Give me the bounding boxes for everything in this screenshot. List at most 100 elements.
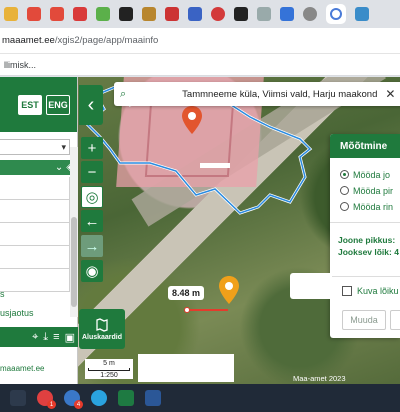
zoom-out-button[interactable]: −	[81, 161, 103, 183]
taskbar-icon[interactable]: 1	[37, 390, 56, 409]
list-item[interactable]	[0, 246, 70, 269]
checkbox-label: Kuva lõiku	[357, 285, 399, 296]
tab-favicon[interactable]	[257, 7, 271, 21]
lang-est-button[interactable]: EST	[18, 94, 42, 115]
url-text[interactable]: maaamet.ee/xgis2/page/app/maainfo	[0, 35, 158, 46]
measure-start-point[interactable]	[184, 307, 190, 313]
tab-favicon[interactable]	[355, 7, 369, 21]
map-icon	[96, 317, 108, 332]
tab-favicon[interactable]	[165, 7, 179, 21]
tab-favicon[interactable]	[280, 7, 294, 21]
url-host: maaamet.ee	[2, 35, 55, 46]
left-panel: EST ENG ▾ ⌄ ◈ s usjaotus ⌖ ⤓ ≡ ▣ maaamet…	[0, 77, 78, 384]
tab-favicon[interactable]	[27, 7, 41, 21]
popup-fragment	[290, 273, 332, 299]
segment-length-label: Jooksev lõik: 4	[338, 247, 399, 257]
checkbox[interactable]	[342, 285, 352, 296]
map-app: 8.48 m EST ENG ▾ ⌄ ◈ s usjaotus ⌖ ⤓ ≡ ▣ …	[0, 77, 400, 384]
map-attribution: Kaardipilt © Ma	[142, 373, 190, 380]
layer-label[interactable]: usjaotus	[0, 308, 34, 318]
location-pin-icon[interactable]	[181, 105, 203, 135]
add-folder-icon[interactable]: ▣	[65, 331, 75, 344]
zoom-in-button[interactable]: +	[81, 137, 103, 159]
back-arrow-icon[interactable]: ←	[81, 210, 103, 232]
measure-line	[186, 309, 228, 311]
chevron-down-icon[interactable]: ⌄	[55, 162, 63, 173]
tab-favicon[interactable]	[188, 7, 202, 21]
url-path: /xgis2/page/app/maainfo	[54, 35, 159, 46]
list-item[interactable]	[0, 200, 70, 223]
bookmark-item[interactable]: llimisk...	[0, 60, 36, 70]
measure-panel-title: Mõõtmine	[330, 134, 400, 158]
tab-favicon[interactable]	[73, 7, 87, 21]
radio-label: Mööda rin	[353, 201, 394, 212]
list-item[interactable]	[0, 269, 70, 292]
os-taskbar: 1 4	[0, 384, 400, 412]
layer-select[interactable]: ▾	[0, 139, 70, 155]
list-item[interactable]	[0, 177, 70, 200]
address-bar[interactable]: maaamet.ee/xgis2/page/app/maainfo	[0, 28, 400, 54]
notification-badge: 4	[74, 400, 83, 409]
excel-icon[interactable]	[118, 390, 134, 406]
panel-scrollbar[interactable]	[70, 147, 78, 317]
search-icon[interactable]: ⌕	[120, 88, 126, 101]
radio-label: Mööda jo	[353, 169, 391, 180]
panel-header: EST ENG	[0, 77, 77, 132]
layer-list	[0, 177, 70, 292]
word-icon[interactable]	[145, 390, 161, 406]
panel-toolbar: ⌖ ⤓ ≡ ▣	[0, 327, 78, 347]
tab-favicon[interactable]	[234, 7, 248, 21]
radio-button[interactable]	[340, 186, 349, 195]
lang-eng-button[interactable]: ENG	[46, 94, 70, 115]
telegram-icon[interactable]	[91, 390, 107, 406]
list-icon[interactable]: ≡	[53, 331, 59, 343]
measure-pin-icon[interactable]	[218, 275, 240, 305]
search-input[interactable]: Tammneeme küla, Viimsi vald, Harju maako…	[182, 89, 377, 100]
tab-favicon[interactable]	[142, 7, 156, 21]
show-segment-checkbox[interactable]: Kuva lõiku	[330, 276, 400, 304]
divider	[330, 222, 400, 223]
footer-link[interactable]: maaamet.ee	[0, 364, 44, 373]
scale-bar: 5 m 1:250	[85, 359, 133, 379]
browser-tab-strip	[0, 0, 400, 28]
locate-icon[interactable]: ◎	[81, 186, 103, 208]
clear-search-icon[interactable]: ✕	[385, 87, 395, 101]
measure-option-circle[interactable]: Mööda rin	[330, 201, 400, 212]
layer-group-header[interactable]: ⌄ ◈	[0, 160, 78, 175]
basemaps-button[interactable]: Aluskaardid	[79, 309, 125, 349]
measure-distance-label: 8.48 m	[168, 286, 205, 300]
chevron-down-icon: ▾	[61, 141, 66, 152]
layer-label[interactable]: s	[0, 289, 5, 299]
collapse-panel-button[interactable]: ‹	[79, 85, 103, 125]
taskbar-icon[interactable]: 4	[64, 390, 83, 409]
tab-favicon[interactable]	[211, 7, 225, 21]
forward-arrow-icon[interactable]: →	[81, 235, 103, 257]
list-item[interactable]	[0, 223, 70, 246]
basemaps-label: Aluskaardid	[81, 333, 123, 341]
radio-label: Mööda pir	[353, 185, 394, 196]
tab-favicon[interactable]	[303, 7, 317, 21]
tab-favicon[interactable]	[119, 7, 133, 21]
measure-option-line[interactable]: Mööda jo	[330, 169, 400, 180]
tab-favicon[interactable]	[50, 7, 64, 21]
target-icon[interactable]: ⌖	[32, 331, 38, 344]
bookmarks-bar: llimisk...	[0, 54, 400, 76]
tab-favicon[interactable]	[4, 7, 18, 21]
notification-badge: 1	[47, 400, 56, 409]
measure-option-area[interactable]: Mööda pir	[330, 185, 400, 196]
secondary-button[interactable]	[390, 310, 400, 330]
map-copyright: Maa-amet 2023	[293, 374, 346, 383]
radio-button[interactable]	[340, 170, 349, 179]
tab-favicon[interactable]	[96, 7, 110, 21]
address-search[interactable]: ⌕ Tammneeme küla, Viimsi vald, Harju maa…	[114, 82, 400, 106]
line-length-label: Joone pikkus:	[338, 235, 396, 245]
active-tab-favicon[interactable]	[326, 4, 346, 24]
change-button[interactable]: Muuda	[342, 310, 386, 330]
compass-icon[interactable]: ◉	[81, 260, 103, 282]
radio-button[interactable]	[340, 202, 349, 211]
measure-panel: Mõõtmine Mööda jo Mööda pir Mööda rin Jo…	[330, 134, 400, 338]
scrollbar-thumb[interactable]	[71, 217, 77, 307]
scale-distance: 5 m	[103, 360, 115, 367]
download-icon[interactable]: ⤓	[43, 331, 48, 344]
taskbar-icon[interactable]	[10, 390, 26, 406]
